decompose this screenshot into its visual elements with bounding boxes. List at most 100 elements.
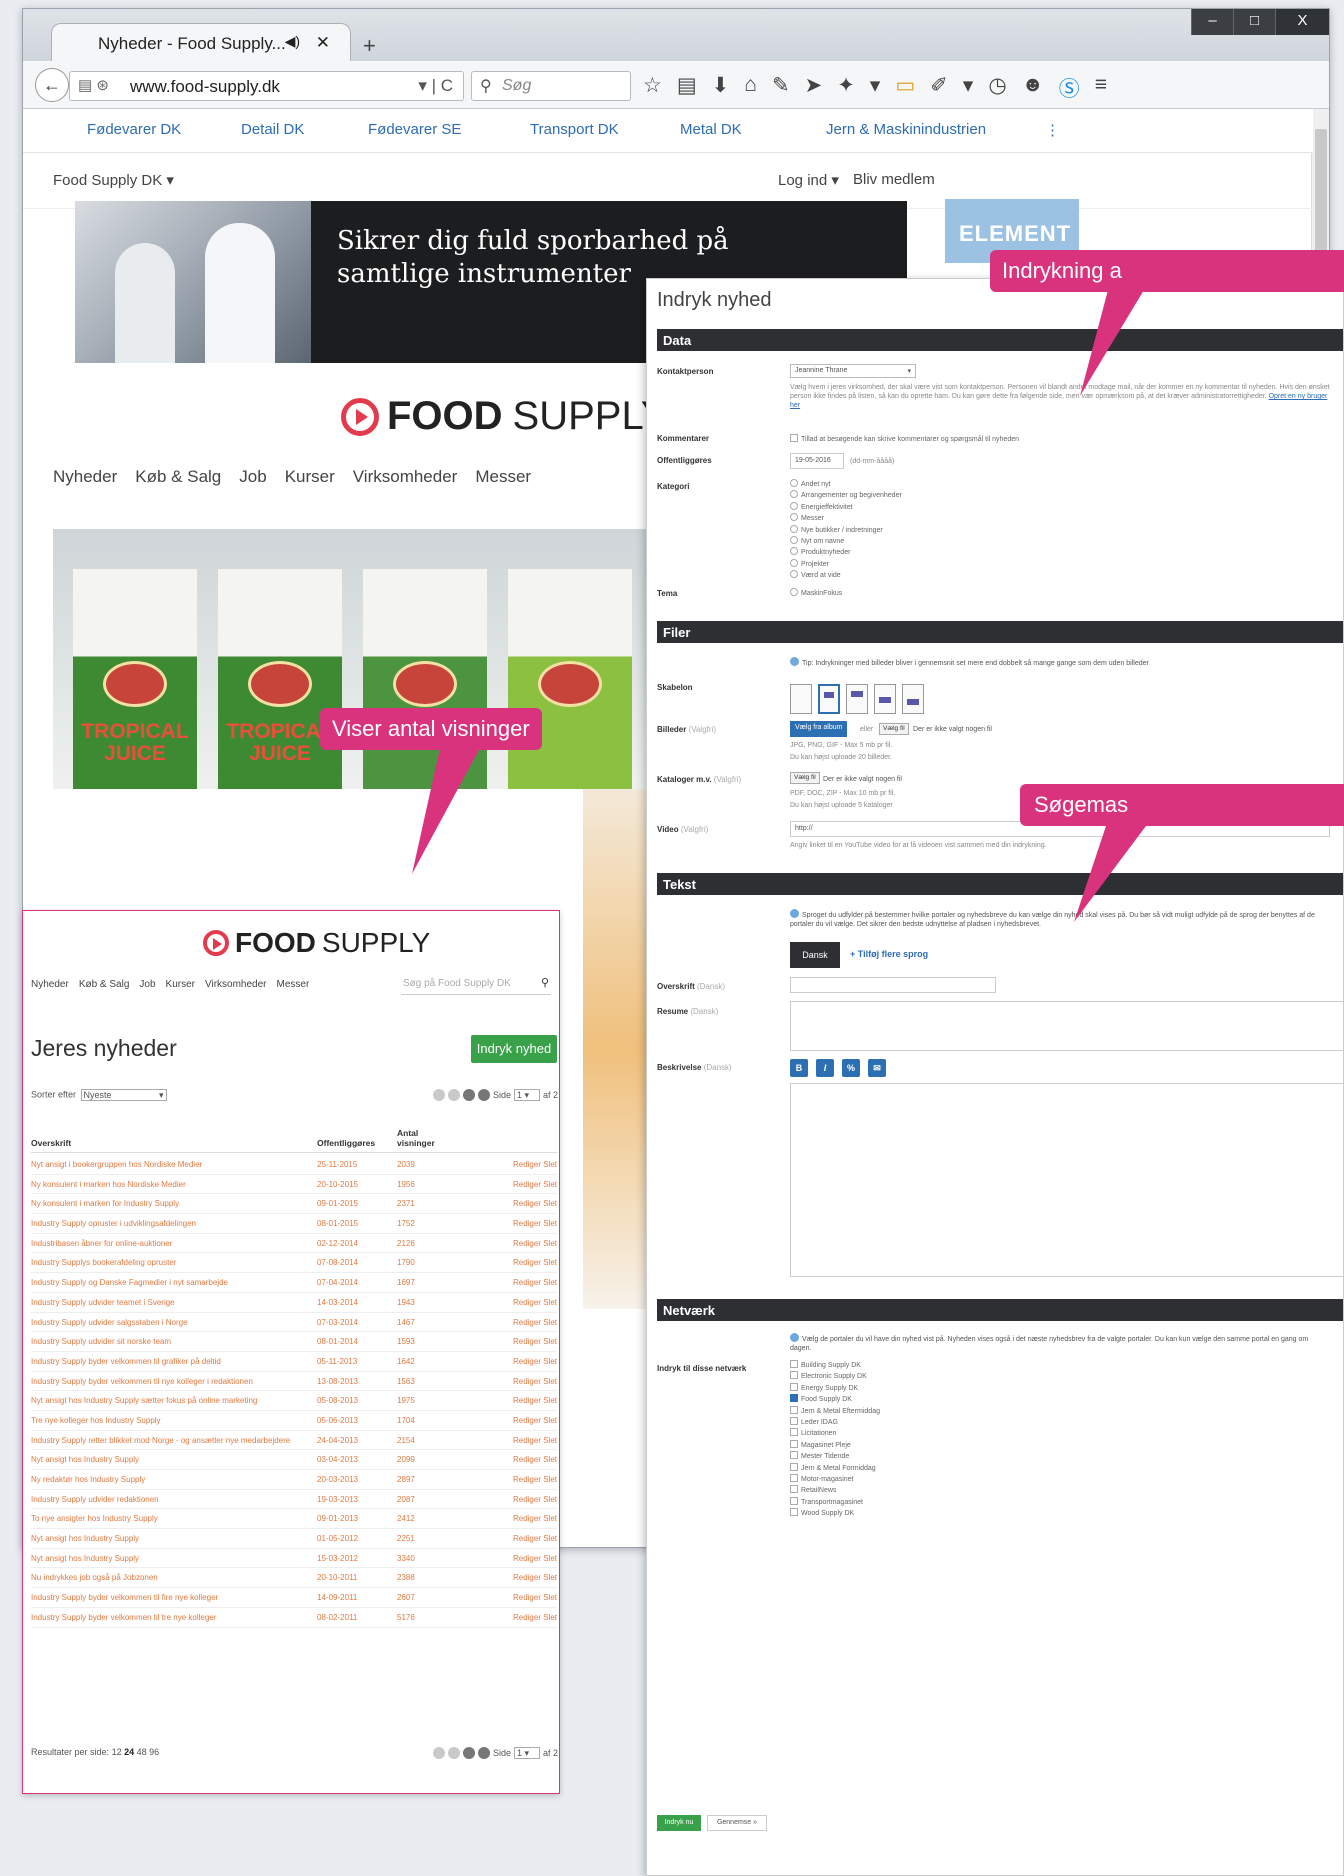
category-option[interactable]: Andet nyt: [790, 479, 902, 490]
row-title[interactable]: Industry Supply opruster i udviklingsafd…: [31, 1219, 311, 1228]
network-option[interactable]: Food Supply DK: [790, 1394, 880, 1405]
table-row[interactable]: Industry Supplys bookerafdeling opruster…: [31, 1253, 557, 1274]
prev-page-icon[interactable]: [448, 1089, 460, 1101]
bold-button[interactable]: B: [790, 1059, 808, 1077]
row-actions[interactable]: Rediger Slet: [513, 1396, 557, 1405]
table-row[interactable]: Ny redaktør hos Industry Supply 20-03-201…: [31, 1470, 557, 1490]
table-row[interactable]: To nye ansigter hos Industry Supply 09-01…: [31, 1509, 557, 1530]
skype-icon[interactable]: Ⓢ: [1059, 73, 1080, 103]
screenshot-icon[interactable]: ▭: [895, 73, 915, 103]
language-tab-dansk[interactable]: Dansk: [790, 942, 840, 968]
search-icon[interactable]: ⚲: [541, 976, 549, 989]
row-actions[interactable]: Rediger Slet: [513, 1318, 557, 1327]
network-option[interactable]: Leder IDAG: [790, 1417, 880, 1428]
category-option[interactable]: Nye butikker / indretninger: [790, 525, 902, 536]
close-tab-icon[interactable]: ✕: [316, 33, 330, 53]
template-option[interactable]: [874, 684, 896, 714]
nav-virksomheder[interactable]: Virksomheder: [353, 467, 458, 487]
table-row[interactable]: Ny konsulent i marken for Industry Suppl…: [31, 1194, 557, 1215]
portal-link-metal-dk[interactable]: Metal DK: [680, 121, 742, 138]
row-title[interactable]: Industry Supply udvider redaktionen: [31, 1495, 311, 1504]
more-links-icon[interactable]: ⋮: [1045, 121, 1060, 139]
row-actions[interactable]: Rediger Slet: [513, 1239, 557, 1248]
chat-icon[interactable]: ☻: [1022, 73, 1044, 103]
dropdown-icon[interactable]: ▾: [870, 73, 881, 103]
row-actions[interactable]: Rediger Slet: [513, 1258, 557, 1267]
last-page-icon[interactable]: [478, 1089, 490, 1101]
italic-button[interactable]: I: [816, 1059, 834, 1077]
back-arrow-icon[interactable]: ←: [35, 68, 69, 102]
row-title[interactable]: Industribasen åbner for online-auktioner: [31, 1239, 311, 1248]
join-link[interactable]: Bliv medlem: [853, 171, 935, 188]
prev-page-icon[interactable]: [448, 1747, 460, 1759]
close-window-button[interactable]: X: [1275, 9, 1329, 35]
link-button[interactable]: %: [842, 1059, 860, 1077]
choose-album-button[interactable]: Vælg fra album: [790, 721, 848, 737]
login-menu[interactable]: Log ind ▾: [778, 171, 839, 189]
contact-select[interactable]: Jeannine Thrane ▾: [790, 364, 916, 378]
brand-menu[interactable]: Food Supply DK ▾: [53, 171, 174, 189]
portal-link-fodevarer-se[interactable]: Fødevarer SE: [368, 121, 461, 138]
choose-image-button[interactable]: Vælg fil: [879, 723, 909, 735]
table-row[interactable]: Industry Supply og Danske Fagmedier i ny…: [31, 1273, 557, 1293]
table-row[interactable]: Industry Supply retter blikket mod Norge…: [31, 1431, 557, 1451]
row-title[interactable]: Ny redaktør hos Industry Supply: [31, 1475, 311, 1484]
nav-kurser[interactable]: Kurser: [285, 467, 335, 487]
wrench-icon[interactable]: ✎: [772, 73, 790, 103]
category-option[interactable]: Produktnyheder: [790, 547, 902, 558]
browser-search-input[interactable]: ⚲ Søg: [471, 71, 631, 101]
row-actions[interactable]: Rediger Slet: [513, 1416, 557, 1425]
row-title[interactable]: Tre nye kolleger hos Industry Supply: [31, 1416, 311, 1425]
comments-checkbox[interactable]: Tillad at besøgende kan skrive kommentar…: [790, 434, 1330, 445]
row-title[interactable]: Industry Supply retter blikket mod Norge…: [31, 1436, 311, 1445]
row-title[interactable]: Industry Supply byder velkommen til nye …: [31, 1377, 311, 1386]
network-option[interactable]: Magasinet Pleje: [790, 1440, 880, 1451]
category-option[interactable]: Energieffektivitet: [790, 502, 902, 513]
table-row[interactable]: Nyt ansigt i bookergruppen hos Nordiske …: [31, 1155, 557, 1175]
network-option[interactable]: Jern & Metal Eftermiddag: [790, 1406, 880, 1417]
extension-icon[interactable]: ✦: [837, 73, 855, 103]
network-option[interactable]: RetailNews: [790, 1485, 880, 1496]
category-option[interactable]: Projekter: [790, 559, 902, 570]
row-actions[interactable]: Rediger Slet: [513, 1278, 557, 1287]
table-row[interactable]: Nyt ansigt hos Industry Supply 15-03-2012…: [31, 1549, 557, 1569]
row-actions[interactable]: Rediger Slet: [513, 1199, 557, 1208]
category-option[interactable]: Værd at vide: [790, 570, 902, 581]
network-option[interactable]: Wood Supply DK: [790, 1508, 880, 1519]
site-info-icon[interactable]: ▤ ⊛: [78, 76, 109, 94]
row-actions[interactable]: Rediger Slet: [513, 1554, 557, 1563]
bookmark-star-icon[interactable]: ☆: [643, 73, 662, 103]
page-select[interactable]: 1 ▾: [514, 1747, 541, 1759]
menu-icon[interactable]: ≡: [1095, 73, 1107, 103]
first-page-icon[interactable]: [433, 1089, 445, 1101]
per-page-option[interactable]: 96: [149, 1747, 159, 1757]
row-actions[interactable]: Rediger Slet: [513, 1337, 557, 1346]
row-title[interactable]: Industry Supply og Danske Fagmedier i ny…: [31, 1278, 311, 1287]
category-option[interactable]: Arrangementer og begivenheder: [790, 490, 902, 501]
template-option[interactable]: [846, 684, 868, 714]
table-row[interactable]: Industry Supply udvider sit norske team 0…: [31, 1332, 557, 1352]
speaker-icon[interactable]: ◀): [285, 33, 300, 50]
table-row[interactable]: Nyt ansigt hos Industry Supply 03-04-2013…: [31, 1450, 557, 1470]
row-title[interactable]: Industry Supply udvider salgsstaben i No…: [31, 1318, 311, 1327]
next-page-icon[interactable]: [463, 1747, 475, 1759]
panel-nav-item[interactable]: Job: [139, 979, 155, 990]
row-actions[interactable]: Rediger Slet: [513, 1573, 557, 1582]
description-editor[interactable]: [790, 1083, 1343, 1277]
submit-button[interactable]: Indryk nu: [657, 1815, 701, 1831]
portal-link-fodevarer-dk[interactable]: Fødevarer DK: [87, 121, 181, 138]
nav-nyheder[interactable]: Nyheder: [53, 467, 117, 487]
row-actions[interactable]: Rediger Slet: [513, 1180, 557, 1189]
site-logo[interactable]: FOOD SUPPLY: [341, 394, 667, 439]
row-title[interactable]: Nu indrykkes job også på Jobzonen: [31, 1573, 311, 1582]
col-title[interactable]: Overskrift: [31, 1138, 71, 1148]
maximize-button[interactable]: □: [1233, 9, 1275, 35]
heading-input[interactable]: [790, 977, 996, 993]
table-row[interactable]: Industry Supply byder velkommen til tre …: [31, 1608, 557, 1628]
row-title[interactable]: Industry Supply byder velkommen til fire…: [31, 1593, 311, 1602]
row-title[interactable]: To nye ansigter hos Industry Supply: [31, 1514, 311, 1523]
row-actions[interactable]: Rediger Slet: [513, 1593, 557, 1602]
network-option[interactable]: Licitationen: [790, 1428, 880, 1439]
table-row[interactable]: Industribasen åbner for online-auktioner…: [31, 1234, 557, 1254]
table-row[interactable]: Nyt ansigt hos Industry Supply sætter fo…: [31, 1391, 557, 1411]
